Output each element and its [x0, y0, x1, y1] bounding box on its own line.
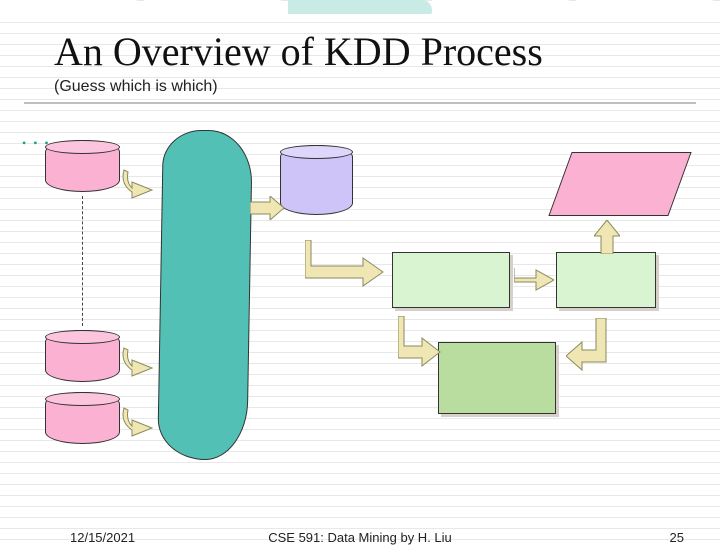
tab-deco: [144, 0, 288, 14]
tab-deco: [0, 0, 144, 14]
target-blob: [157, 130, 253, 460]
arrow-icon: [122, 406, 162, 442]
tab-deco: [576, 0, 720, 14]
arrow-icon: [305, 240, 385, 288]
top-decorative-tabs: [0, 0, 720, 14]
database-cylinder: [45, 140, 120, 192]
arrow-icon: [122, 346, 162, 382]
tab-deco: [288, 0, 432, 14]
database-cylinder: [45, 330, 120, 382]
process-box: [438, 342, 556, 414]
slide-title: An Overview of KDD Process: [54, 28, 543, 75]
arrow-icon: [398, 316, 442, 368]
arrow-icon: [514, 268, 554, 292]
tab-deco: [432, 0, 576, 14]
process-box: [556, 252, 656, 308]
arrow-icon: [122, 168, 162, 204]
arrow-icon: [566, 318, 612, 374]
title-underline: [24, 102, 696, 104]
warehouse-cylinder: [280, 145, 353, 215]
arrow-icon: [250, 196, 284, 220]
bullet-dots-icon: • • •: [22, 136, 51, 151]
slide-subtitle: (Guess which is which): [54, 78, 218, 96]
output-parallelogram: [548, 152, 691, 216]
footer-course: CSE 591: Data Mining by H. Liu: [268, 530, 452, 545]
footer-date: 12/15/2021: [70, 530, 135, 545]
database-cylinder: [45, 392, 120, 444]
footer-page: 25: [670, 530, 684, 545]
arrow-icon: [594, 220, 620, 254]
dashed-connector: [82, 196, 83, 326]
process-box: [392, 252, 510, 308]
